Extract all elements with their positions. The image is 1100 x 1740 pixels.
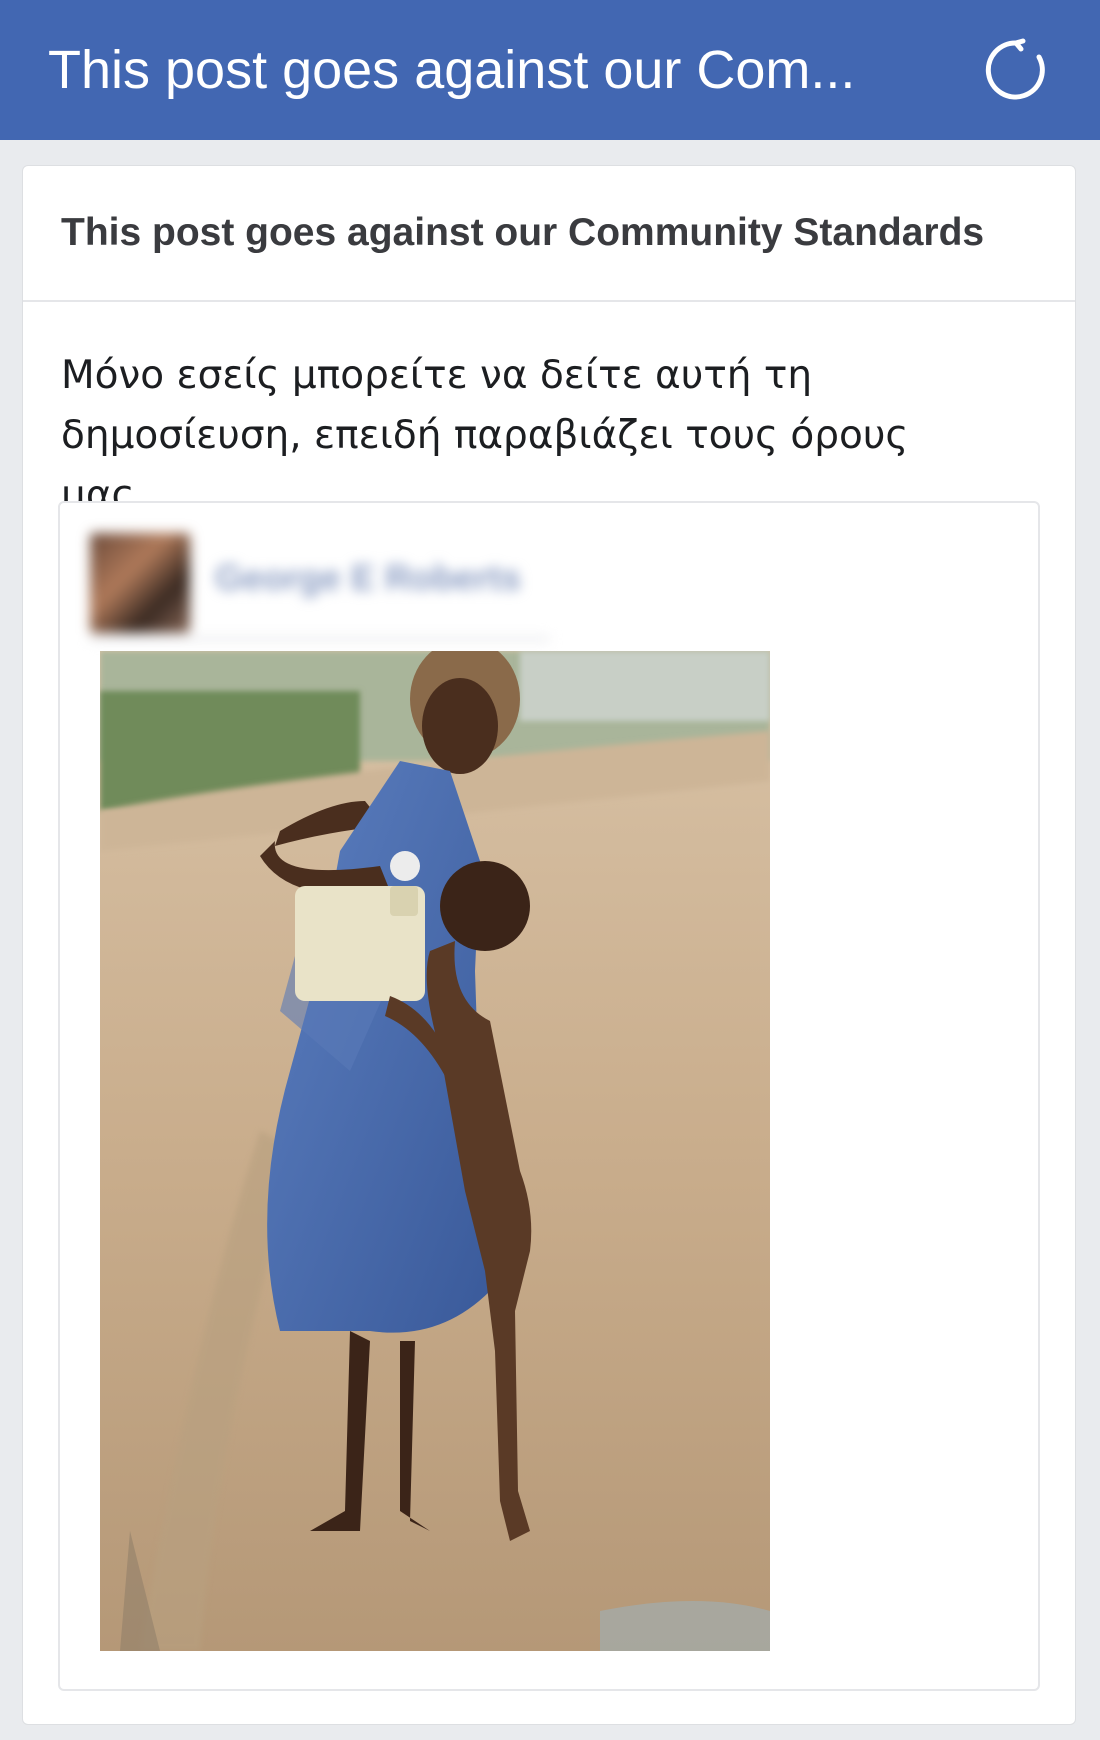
post-photo[interactable] xyxy=(100,651,770,1651)
refresh-icon[interactable] xyxy=(980,34,1052,106)
post-author-row: George E Roberts xyxy=(90,533,550,643)
avatar xyxy=(90,533,190,633)
page-title: This post goes against our Com... xyxy=(48,40,856,100)
author-name: George E Roberts xyxy=(215,557,522,598)
card-title: This post goes against our Community Sta… xyxy=(61,211,985,254)
top-app-bar: This post goes against our Com... xyxy=(0,0,1100,140)
violation-message: Μόνο εσείς μπορείτε να δείτε αυτή τη δημ… xyxy=(61,353,909,518)
divider xyxy=(90,637,550,641)
community-standards-card: This post goes against our Community Sta… xyxy=(22,165,1076,1725)
card-header: This post goes against our Community Sta… xyxy=(23,166,1075,302)
post-preview[interactable]: George E Roberts xyxy=(58,501,1040,1691)
